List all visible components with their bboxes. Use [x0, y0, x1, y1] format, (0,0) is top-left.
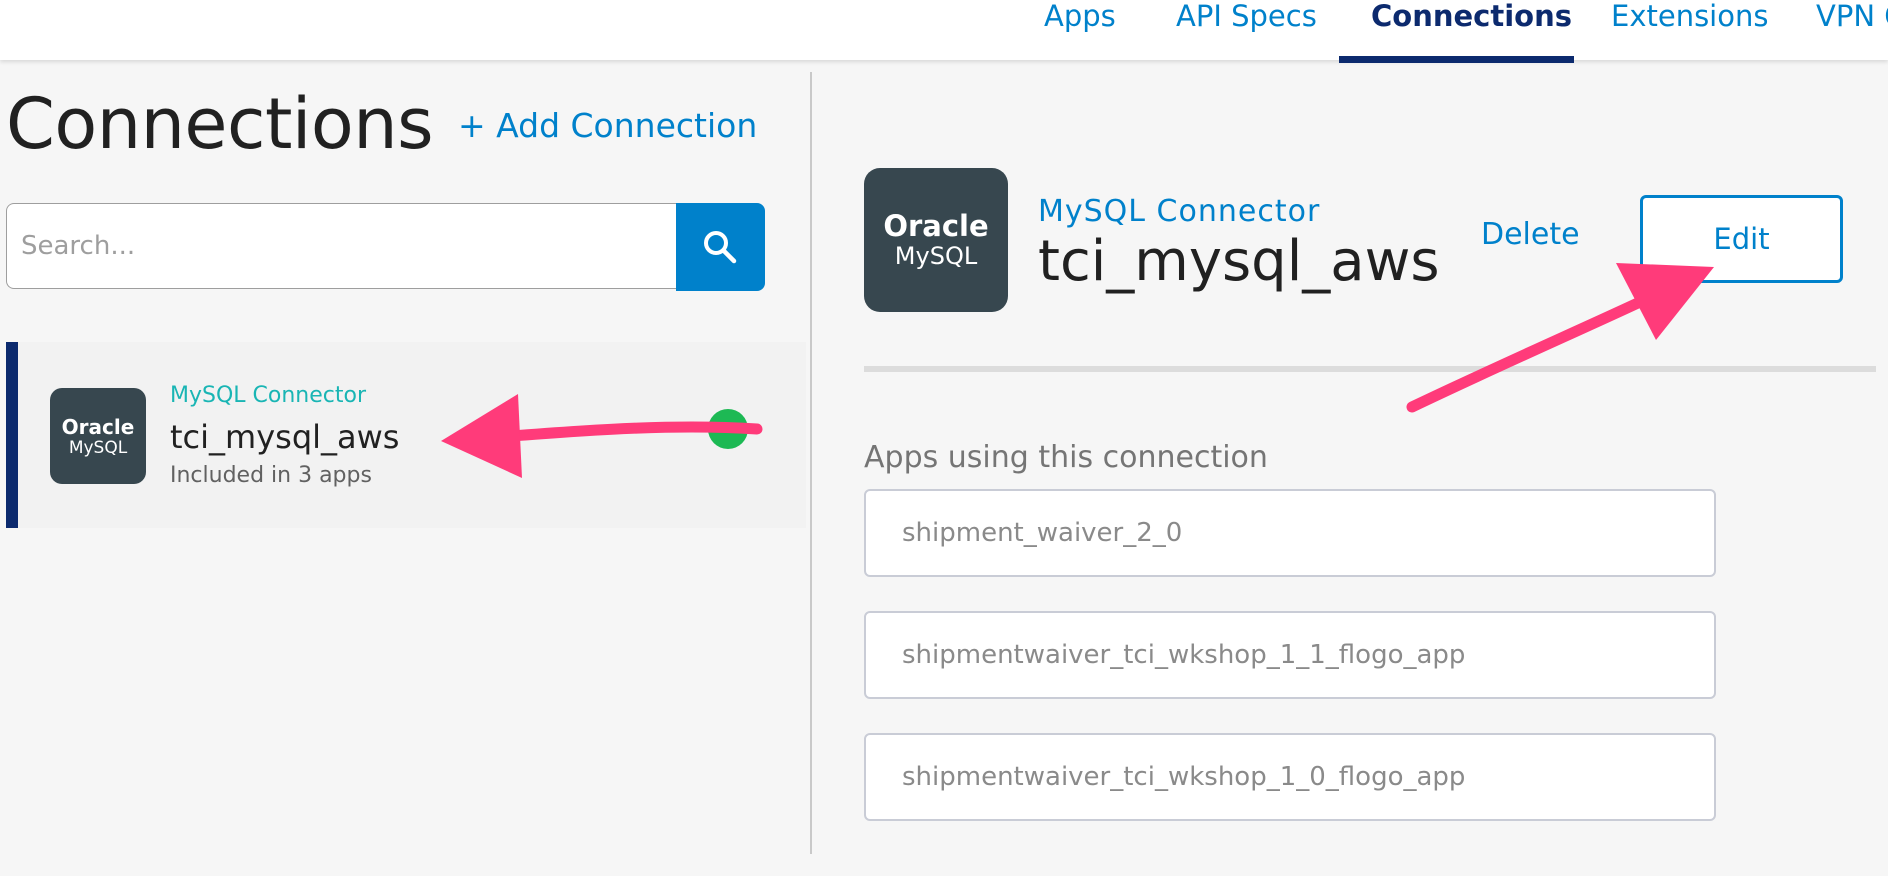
mysql-logo: Oracle MySQL [50, 388, 146, 484]
search-icon [704, 231, 737, 264]
detail-connector-type: MySQL Connector [1038, 194, 1321, 229]
status-ok-icon [708, 409, 748, 449]
tab-connections-label: Connections [1371, 0, 1572, 33]
connection-type: MySQL Connector [170, 383, 367, 408]
selection-indicator [6, 342, 18, 528]
search-box [6, 203, 768, 291]
logo-brand: Oracle [61, 415, 135, 439]
search-input[interactable] [6, 203, 678, 289]
top-nav: Apps API Specs Connections Extensions VP… [0, 0, 1888, 60]
tab-api-specs-label: API Specs [1176, 0, 1317, 33]
logo-product: MySQL [68, 438, 128, 458]
apps-heading: Apps using this connection [864, 440, 1268, 475]
connection-card[interactable]: Oracle MySQL [6, 342, 806, 528]
arrow-to-edit-icon [1406, 263, 1714, 413]
delete-button[interactable]: Delete [1481, 217, 1580, 252]
edit-button[interactable]: Edit [1640, 195, 1843, 283]
tab-vpn-label: VPN C [1816, 0, 1888, 33]
mysql-logo-large: Oracle MySQL [864, 168, 1008, 312]
connection-name: tci_mysql_aws [170, 418, 400, 456]
tab-extensions-label: Extensions [1611, 0, 1769, 33]
add-connection-link[interactable]: + Add Connection [458, 106, 757, 146]
page-title: Connections [6, 83, 434, 165]
logo-product-large: MySQL [894, 242, 978, 270]
logo-brand-large: Oracle [883, 209, 989, 243]
panel-divider [810, 72, 812, 854]
app-list-item[interactable]: shipmentwaiver_tci_wkshop_1_1_flogo_app [864, 611, 1716, 699]
search-button[interactable] [676, 203, 765, 291]
detail-connection-name: tci_mysql_aws [1038, 229, 1440, 294]
tab-apps-label: Apps [1044, 0, 1116, 33]
detail-divider [864, 366, 1876, 372]
connection-usage: Included in 3 apps [170, 463, 372, 488]
app-list-item[interactable]: shipmentwaiver_tci_wkshop_1_0_flogo_app [864, 733, 1716, 821]
app-list-item[interactable]: shipment_waiver_2_0 [864, 489, 1716, 577]
active-tab-indicator [1339, 56, 1574, 63]
